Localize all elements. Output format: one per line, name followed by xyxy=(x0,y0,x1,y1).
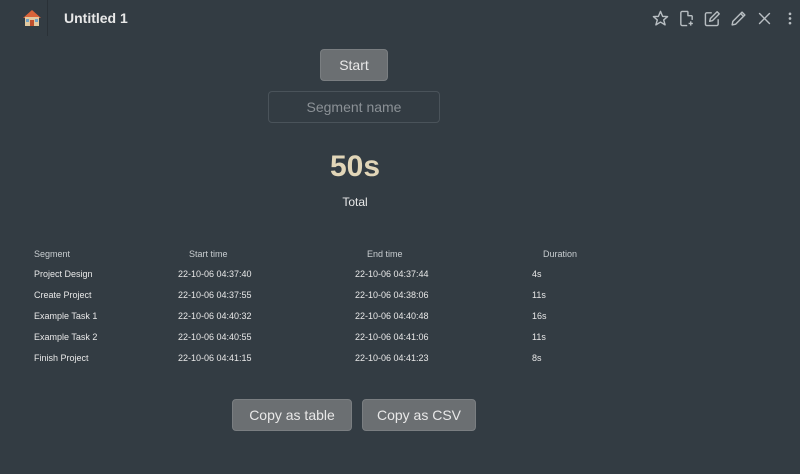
table-header: Segment Start time End time Duration xyxy=(0,249,800,267)
home-icon xyxy=(23,10,41,26)
cell-segment: Example Task 2 xyxy=(34,332,98,342)
edit-button[interactable] xyxy=(702,8,722,28)
close-button[interactable] xyxy=(754,8,774,28)
total-time: 50s xyxy=(329,150,381,183)
star-icon xyxy=(652,10,668,26)
copy-as-csv-button[interactable]: Copy as CSV xyxy=(362,399,476,431)
header-duration: Duration xyxy=(543,249,578,259)
cell-duration: 11s xyxy=(532,332,546,342)
cell-start-time: 22-10-06 04:37:40 xyxy=(178,269,252,279)
cell-end-time: 22-10-06 04:40:48 xyxy=(355,311,429,321)
table-row: Finish Project 22-10-06 04:41:15 22-10-0… xyxy=(0,353,800,371)
new-file-button[interactable] xyxy=(676,8,696,28)
top-bar: Untitled 1 xyxy=(0,0,800,36)
cell-segment: Project Design xyxy=(34,269,93,279)
home-button[interactable] xyxy=(22,9,42,27)
copy-as-table-button[interactable]: Copy as table xyxy=(232,399,352,431)
page-title: Untitled 1 xyxy=(64,10,128,26)
cell-duration: 16s xyxy=(532,311,547,321)
cell-end-time: 22-10-06 04:41:06 xyxy=(355,332,429,342)
table-row: Example Task 2 22-10-06 04:40:55 22-10-0… xyxy=(0,332,800,350)
edit-icon xyxy=(704,10,720,26)
more-button[interactable] xyxy=(782,8,798,28)
table-row: Example Task 1 22-10-06 04:40:32 22-10-0… xyxy=(0,311,800,329)
header-end-time: End time xyxy=(367,249,403,259)
pencil-button[interactable] xyxy=(728,8,748,28)
table-row: Project Design 22-10-06 04:37:40 22-10-0… xyxy=(0,269,800,287)
header-start-time: Start time xyxy=(189,249,228,259)
bookmark-button[interactable] xyxy=(650,8,670,28)
cell-duration: 11s xyxy=(532,290,546,300)
header-segment: Segment xyxy=(34,249,71,259)
start-button[interactable]: Start xyxy=(320,49,388,81)
cell-duration: 8s xyxy=(532,353,542,363)
cell-segment: Finish Project xyxy=(34,353,89,363)
cell-segment: Example Task 1 xyxy=(34,311,98,321)
cell-start-time: 22-10-06 04:41:15 xyxy=(178,353,252,363)
cell-duration: 4s xyxy=(532,269,542,279)
cell-start-time: 22-10-06 04:37:55 xyxy=(178,290,252,300)
divider xyxy=(47,0,48,36)
cell-end-time: 22-10-06 04:37:44 xyxy=(355,269,429,279)
pencil-icon xyxy=(730,10,746,26)
cell-end-time: 22-10-06 04:41:23 xyxy=(355,353,429,363)
more-vertical-icon xyxy=(788,12,792,24)
cell-start-time: 22-10-06 04:40:32 xyxy=(178,311,252,321)
segment-name-input[interactable] xyxy=(268,91,440,123)
cell-end-time: 22-10-06 04:38:06 xyxy=(355,290,429,300)
new-file-icon xyxy=(679,10,693,26)
total-label: Total xyxy=(342,195,368,209)
cell-segment: Create Project xyxy=(34,290,92,300)
cell-start-time: 22-10-06 04:40:55 xyxy=(178,332,252,342)
close-icon xyxy=(758,12,770,24)
table-row: Create Project 22-10-06 04:37:55 22-10-0… xyxy=(0,290,800,308)
